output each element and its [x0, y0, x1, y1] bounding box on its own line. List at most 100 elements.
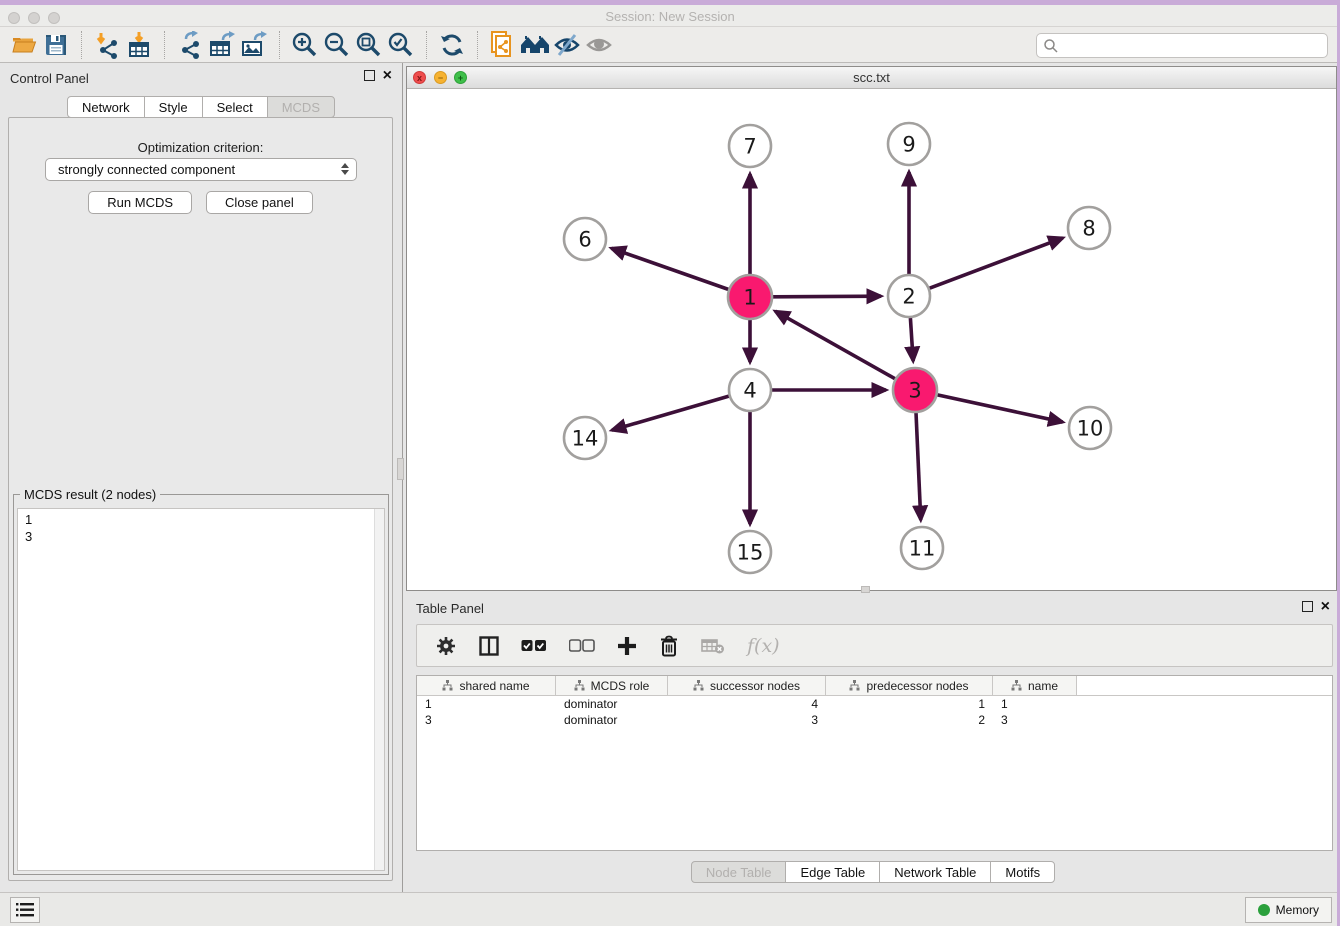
column-header-MCDS-role[interactable]: MCDS role [556, 676, 668, 695]
deselect-all-rows-icon[interactable] [569, 638, 595, 654]
float-table-panel-icon[interactable] [1302, 601, 1313, 612]
close-panel-button[interactable]: Close panel [206, 191, 313, 214]
graph-node-label-1: 1 [743, 286, 756, 310]
mcds-panel-body: Optimization criterion: strongly connect… [8, 117, 393, 881]
graph-edge-4-14[interactable] [612, 396, 729, 430]
table-cell[interactable]: 3 [668, 712, 826, 728]
tab-motifs[interactable]: Motifs [990, 861, 1055, 883]
zoom-selected-icon[interactable] [385, 30, 417, 60]
criterion-dropdown-value: strongly connected component [58, 162, 235, 177]
add-column-icon[interactable] [617, 636, 637, 656]
column-header-shared-name[interactable]: shared name [417, 676, 556, 695]
zoom-out-icon[interactable] [321, 30, 353, 60]
graph-edge-2-3[interactable] [910, 318, 913, 361]
network-window-titlebar[interactable]: x − + scc.txt [407, 67, 1336, 89]
node-table[interactable]: shared name MCDS role successor nodes prede… [416, 675, 1333, 851]
memory-button[interactable]: Memory [1245, 897, 1332, 923]
graph-edge-3-1[interactable] [775, 311, 895, 378]
graph-edge-1-2[interactable] [773, 296, 881, 297]
table-cell[interactable]: 1 [826, 696, 993, 712]
refresh-layout-icon[interactable] [436, 30, 468, 60]
delete-column-icon[interactable] [659, 635, 679, 657]
tab-mcds[interactable]: MCDS [267, 96, 335, 118]
float-panel-icon[interactable] [364, 70, 375, 81]
column-header-label: shared name [459, 679, 529, 693]
show-columns-icon[interactable] [479, 636, 499, 656]
import-network-icon[interactable] [91, 30, 123, 60]
tab-network[interactable]: Network [67, 96, 145, 118]
table-cell[interactable]: 4 [668, 696, 826, 712]
table-cell[interactable]: 1 [993, 696, 1077, 712]
graph-edge-3-11[interactable] [916, 413, 921, 520]
tab-network-table[interactable]: Network Table [879, 861, 991, 883]
mcds-result-line: 3 [25, 528, 384, 545]
network-window-title: scc.txt [407, 70, 1336, 85]
column-header-predecessor-nodes[interactable]: predecessor nodes [826, 676, 993, 695]
table-row[interactable]: 3dominator323 [417, 712, 1332, 728]
table-row[interactable]: 1dominator411 [417, 696, 1332, 712]
run-mcds-button[interactable]: Run MCDS [88, 191, 192, 214]
first-neighbors-icon[interactable] [519, 30, 551, 60]
network-canvas[interactable]: 7968124314101511 [407, 89, 1336, 590]
toolbar-separator [164, 31, 165, 59]
close-panel-icon[interactable]: × [383, 70, 392, 81]
column-header-label: successor nodes [710, 679, 800, 693]
export-table-icon[interactable] [206, 30, 238, 60]
table-panel-header: Table Panel × [406, 595, 1340, 621]
close-table-panel-icon[interactable]: × [1321, 601, 1330, 612]
table-cell[interactable]: dominator [556, 712, 668, 728]
import-table-icon[interactable] [123, 30, 155, 60]
graph-edge-1-6[interactable] [611, 248, 728, 289]
tab-node-table[interactable]: Node Table [691, 861, 787, 883]
graph-node-label-6: 6 [578, 228, 591, 252]
attribute-tree-icon [849, 680, 860, 691]
tab-style[interactable]: Style [144, 96, 203, 118]
column-header-label: name [1028, 679, 1058, 693]
new-network-from-selection-icon[interactable] [487, 30, 519, 60]
export-network-icon[interactable] [174, 30, 206, 60]
toolbar-separator [279, 31, 280, 59]
criterion-dropdown[interactable]: strongly connected component [45, 158, 357, 181]
save-session-icon[interactable] [40, 30, 72, 60]
open-session-icon[interactable] [8, 30, 40, 60]
task-history-button[interactable] [10, 897, 40, 923]
gear-icon[interactable] [435, 635, 457, 657]
table-cell[interactable]: 1 [417, 696, 556, 712]
attribute-tree-icon [574, 680, 585, 691]
table-cell[interactable]: dominator [556, 696, 668, 712]
tab-select[interactable]: Select [202, 96, 268, 118]
horizontal-splitter-handle[interactable] [861, 586, 870, 593]
mcds-result-textarea[interactable]: 13 [17, 508, 385, 871]
search-input[interactable] [1059, 38, 1327, 53]
column-header-name[interactable]: name [993, 676, 1077, 695]
control-panel-title: Control Panel [10, 71, 89, 86]
optimization-criterion-label: Optimization criterion: [9, 140, 392, 155]
mcds-result-scrollbar[interactable] [374, 509, 384, 870]
table-cell[interactable]: 2 [826, 712, 993, 728]
zoom-fit-icon[interactable] [353, 30, 385, 60]
window-titlebar: Session: New Session [0, 5, 1340, 27]
zoom-in-icon[interactable] [289, 30, 321, 60]
show-all-icon[interactable] [583, 30, 615, 60]
toolbar-separator [477, 31, 478, 59]
table-tabs: Node Table Edge Table Network Table Moti… [406, 861, 1340, 883]
column-header-label: predecessor nodes [866, 679, 968, 693]
graph-edge-3-10[interactable] [937, 395, 1062, 422]
tab-edge-table[interactable]: Edge Table [785, 861, 880, 883]
table-cell[interactable]: 3 [417, 712, 556, 728]
select-all-rows-icon[interactable] [521, 638, 547, 654]
memory-label: Memory [1276, 903, 1319, 917]
function-builder-icon[interactable]: f(x) [747, 635, 780, 657]
network-graph[interactable]: 7968124314101511 [407, 89, 1336, 590]
hide-selected-icon[interactable] [551, 30, 583, 60]
mcds-result-legend: MCDS result (2 nodes) [20, 487, 160, 502]
delete-table-icon[interactable] [701, 637, 725, 655]
export-image-icon[interactable] [238, 30, 270, 60]
table-cell[interactable]: 3 [993, 712, 1077, 728]
attribute-tree-icon [693, 680, 704, 691]
vertical-splitter-handle[interactable] [397, 458, 404, 480]
graph-edge-2-8[interactable] [930, 238, 1063, 288]
mcds-result-group: MCDS result (2 nodes) 13 [13, 494, 389, 875]
search-field[interactable] [1036, 33, 1328, 58]
column-header-successor-nodes[interactable]: successor nodes [668, 676, 826, 695]
